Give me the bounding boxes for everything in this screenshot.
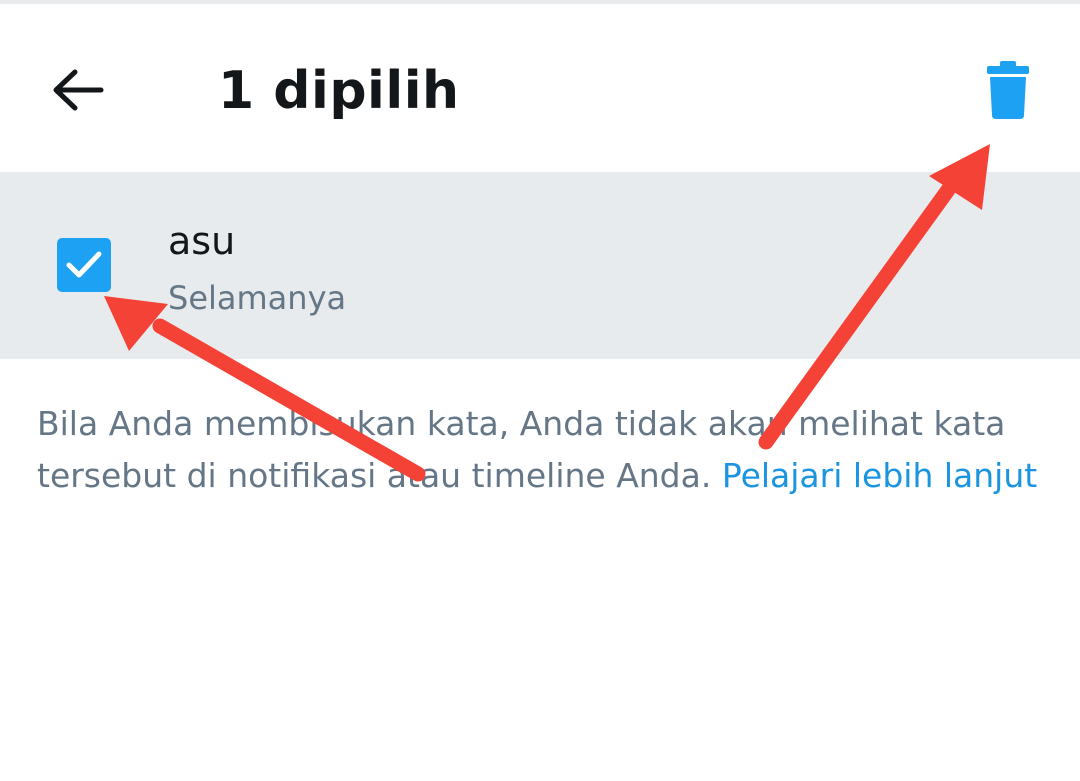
info-paragraph: Bila Anda membisukan kata, Anda tidak ak…	[37, 398, 1047, 502]
row-checkbox[interactable]	[57, 238, 111, 292]
muted-words-screen: 1 dipilih asu Selamanya Bila Anda membis…	[0, 0, 1080, 781]
muted-word-row[interactable]: asu Selamanya	[0, 172, 1080, 359]
back-button[interactable]	[40, 48, 116, 132]
mute-duration: Selamanya	[168, 279, 347, 317]
arrow-left-icon	[53, 69, 104, 111]
page-title: 1 dipilih	[218, 61, 460, 121]
learn-more-link[interactable]: Pelajari lebih lanjut	[722, 456, 1037, 495]
selection-toolbar: 1 dipilih	[0, 4, 1080, 172]
delete-button[interactable]	[970, 52, 1046, 128]
muted-word: asu	[168, 219, 236, 263]
trash-icon	[987, 61, 1029, 119]
check-icon	[66, 251, 102, 278]
